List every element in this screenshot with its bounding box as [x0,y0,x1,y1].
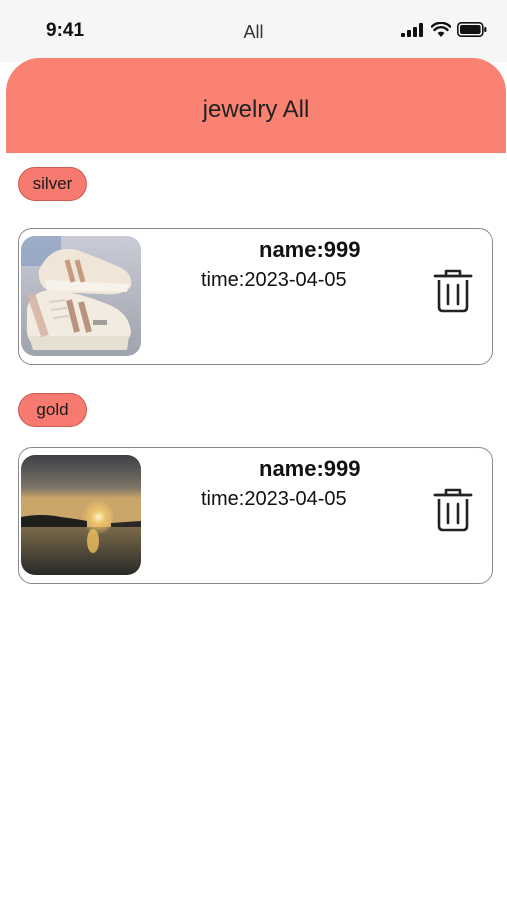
status-bar: 9:41 All [0,0,507,62]
battery-icon [457,22,487,37]
trash-icon[interactable] [433,488,473,532]
item-thumbnail [21,455,141,575]
category-tag-silver[interactable]: silver [18,167,87,201]
item-time: time:2023-04-05 [201,269,347,291]
item-time: time:2023-04-05 [201,488,347,510]
list-item[interactable]: name:999 time:2023-04-05 [18,228,493,365]
item-name: name:999 [259,456,361,481]
list-item[interactable]: name:999 time:2023-04-05 [18,447,493,584]
wifi-icon [431,22,451,37]
status-icons [401,22,487,37]
page-title: jewelry All [202,96,310,123]
item-thumbnail [21,236,141,356]
trash-icon[interactable] [433,269,473,313]
category-tag-gold[interactable]: gold [18,393,87,427]
page-header: jewelry All [6,58,506,153]
signal-icon [401,22,423,37]
item-name: name:999 [259,237,361,262]
